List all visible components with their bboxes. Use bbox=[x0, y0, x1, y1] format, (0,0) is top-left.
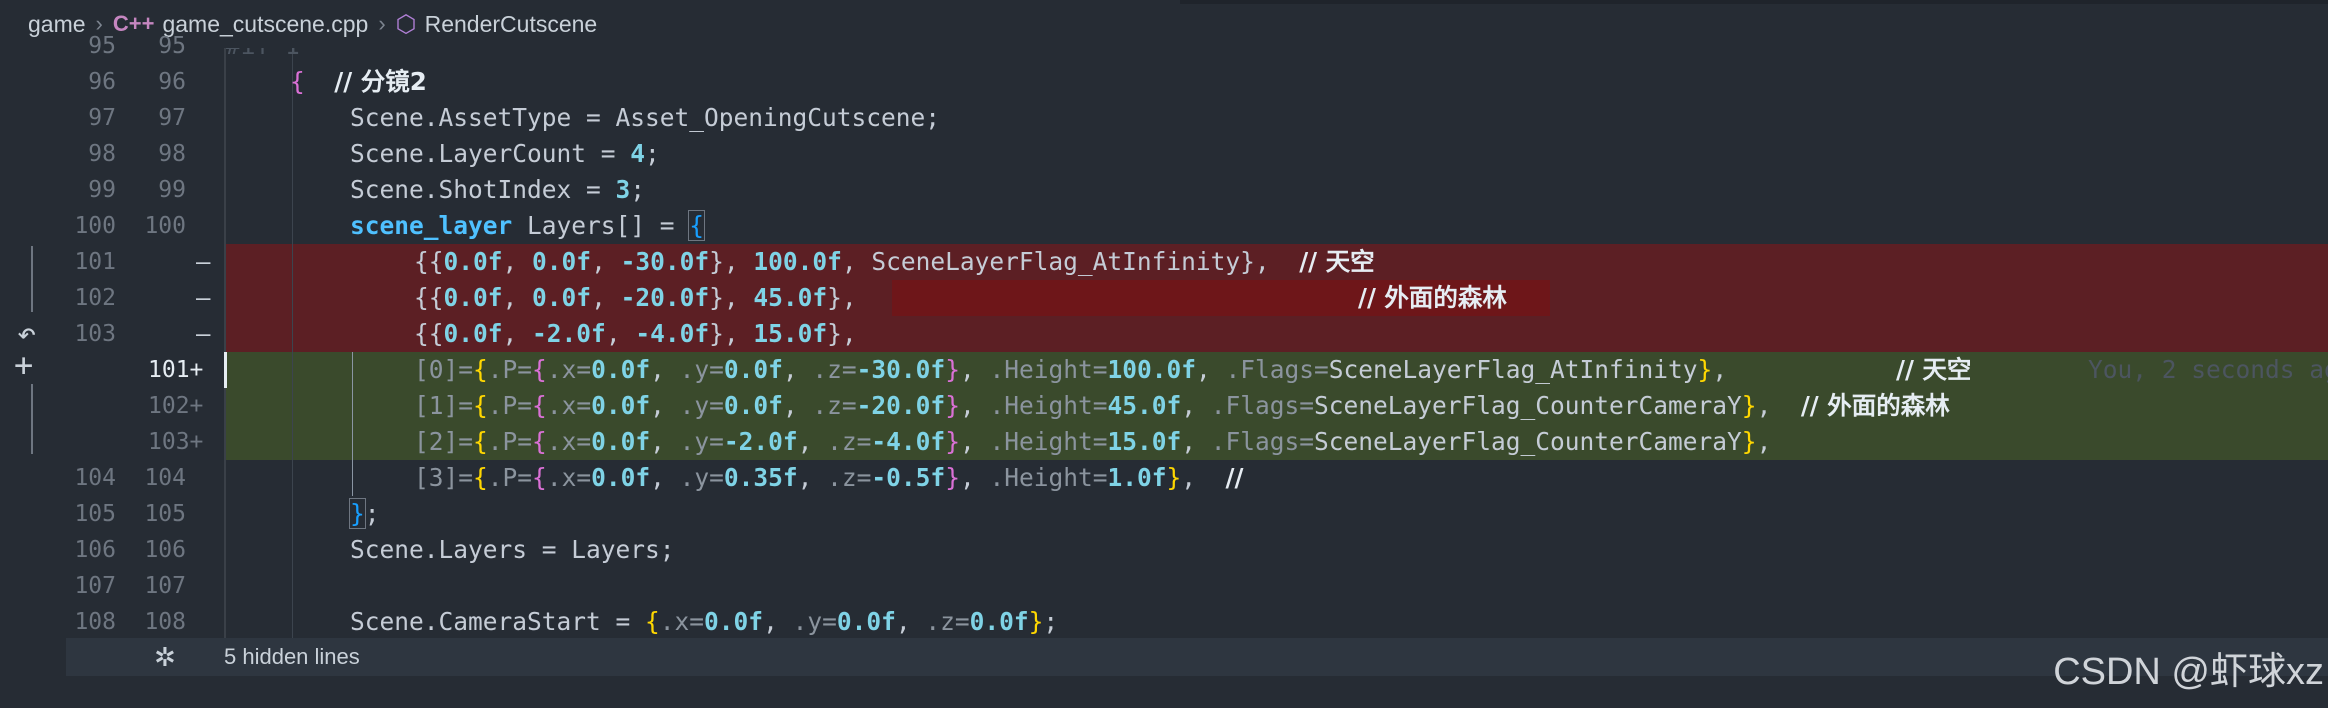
stage-plus-icon[interactable]: + bbox=[14, 346, 33, 384]
old-line-number: 95 bbox=[88, 33, 116, 59]
diff-connector-line bbox=[31, 384, 33, 454]
new-line-number: 99 bbox=[158, 177, 186, 203]
code-line-deleted-101: {{0.0f, 0.0f, -30.0f}, 100.0f, SceneLaye… bbox=[414, 247, 1375, 276]
code-line-106: Scene.Layers = Layers; bbox=[350, 535, 675, 564]
new-line-number-added: 102+ bbox=[148, 393, 204, 419]
code-line-deleted-102: {{0.0f, 0.0f, -20.0f}, 45.0f}, bbox=[414, 283, 857, 312]
code-line-100: scene_layer Layers[] = { bbox=[350, 210, 706, 241]
old-line-number: 97 bbox=[88, 105, 116, 131]
cursor-line-indicator bbox=[224, 352, 227, 388]
new-line-number: 104 bbox=[144, 465, 186, 491]
indent-guide-active bbox=[352, 352, 353, 460]
old-line-number: 102 bbox=[74, 285, 116, 311]
comment: // 外面的森林 bbox=[1358, 283, 1507, 312]
old-line-number: 99 bbox=[88, 177, 116, 203]
brace: { bbox=[290, 67, 305, 96]
old-line-number: 103 bbox=[74, 321, 116, 347]
breadcrumb: game › C++ game_cutscene.cpp › ⬡ RenderC… bbox=[0, 0, 2328, 48]
code-line-97: Scene.AssetType = Asset_OpeningCutscene; bbox=[350, 103, 941, 132]
new-line-number-added: 103+ bbox=[148, 429, 204, 455]
hidden-lines-label[interactable]: 5 hidden lines bbox=[224, 644, 360, 670]
diff-actions-strip: ↶ + bbox=[0, 48, 66, 708]
new-line-number: 98 bbox=[158, 141, 186, 167]
code-line-104: [3]={.P={.x=0.0f, .y=0.35f, .z=-0.5f}, .… bbox=[414, 463, 1244, 492]
editor-bottom bbox=[66, 676, 2328, 708]
new-line-number-added: 101+ bbox=[148, 357, 204, 383]
old-line-number: 106 bbox=[74, 537, 116, 563]
old-line-number: 105 bbox=[74, 501, 116, 527]
code-line-partial: #if 1 bbox=[226, 48, 300, 64]
new-line-number: 95 bbox=[158, 33, 186, 59]
tab-bar-edge bbox=[1180, 0, 2328, 4]
comment: // 天空 bbox=[1896, 355, 1972, 384]
diff-gutter-edge bbox=[224, 48, 226, 638]
code-line-99: Scene.ShotIndex = 3; bbox=[350, 175, 646, 204]
new-line-number: 107 bbox=[144, 573, 186, 599]
code-line-deleted-103: {{0.0f, -2.0f, -4.0f}, 15.0f}, bbox=[414, 319, 857, 348]
symbol-method-icon: ⬡ bbox=[395, 10, 417, 38]
old-line-number: 107 bbox=[74, 573, 116, 599]
code-line-98: Scene.LayerCount = 4; bbox=[350, 139, 660, 168]
code-line-96: { // 分镜2 bbox=[290, 64, 427, 100]
line-number-gutter: 95 95 96 96 97 97 98 98 99 99 100 100 10… bbox=[66, 33, 226, 638]
old-line-number: 100 bbox=[74, 213, 116, 239]
git-blame-hint: You, 2 seconds ago bbox=[2088, 355, 2328, 384]
indent-guide bbox=[292, 48, 293, 638]
old-line-number: 98 bbox=[88, 141, 116, 167]
old-line-number: 104 bbox=[74, 465, 116, 491]
old-line-number: 101 bbox=[74, 249, 116, 275]
comment: // 分镜2 bbox=[334, 67, 427, 96]
breadcrumb-symbol[interactable]: RenderCutscene bbox=[425, 11, 598, 38]
fold-icon[interactable]: ✲ bbox=[154, 642, 176, 673]
new-line-number: 108 bbox=[144, 609, 186, 635]
indent-guide-active bbox=[352, 460, 353, 496]
chevron-right-icon: › bbox=[378, 11, 386, 36]
code-line-108: Scene.CameraStart = {.x=0.0f, .y=0.0f, .… bbox=[350, 607, 1059, 636]
new-line-number: 106 bbox=[144, 537, 186, 563]
code-line-added-102: [1]={.P={.x=0.0f, .y=0.0f, .z=-20.0f}, .… bbox=[414, 391, 1950, 420]
code-line-105: }; bbox=[349, 498, 380, 529]
deleted-marker: — bbox=[196, 284, 211, 312]
new-line-number: 100 bbox=[144, 213, 186, 239]
deleted-marker: — bbox=[196, 320, 211, 348]
new-line-number: 97 bbox=[158, 105, 186, 131]
code-line-added-101: [0]={.P={.x=0.0f, .y=0.0f, .z=-30.0f}, .… bbox=[414, 355, 1728, 384]
new-line-number: 105 bbox=[144, 501, 186, 527]
deleted-marker: — bbox=[196, 248, 211, 276]
old-line-number: 96 bbox=[88, 69, 116, 95]
old-line-number: 108 bbox=[74, 609, 116, 635]
code-line-added-103: [2]={.P={.x=0.0f, .y=-2.0f, .z=-4.0f}, .… bbox=[414, 427, 1772, 456]
code-editor[interactable]: #if 1 { // 分镜2 Scene.AssetType = Asset_O… bbox=[224, 48, 2328, 638]
new-line-number: 96 bbox=[158, 69, 186, 95]
watermark: CSDN @虾球xz bbox=[2053, 651, 2324, 693]
diff-connector-line bbox=[31, 246, 33, 312]
hidden-lines-bar[interactable]: ✲ 5 hidden lines bbox=[66, 638, 2328, 676]
